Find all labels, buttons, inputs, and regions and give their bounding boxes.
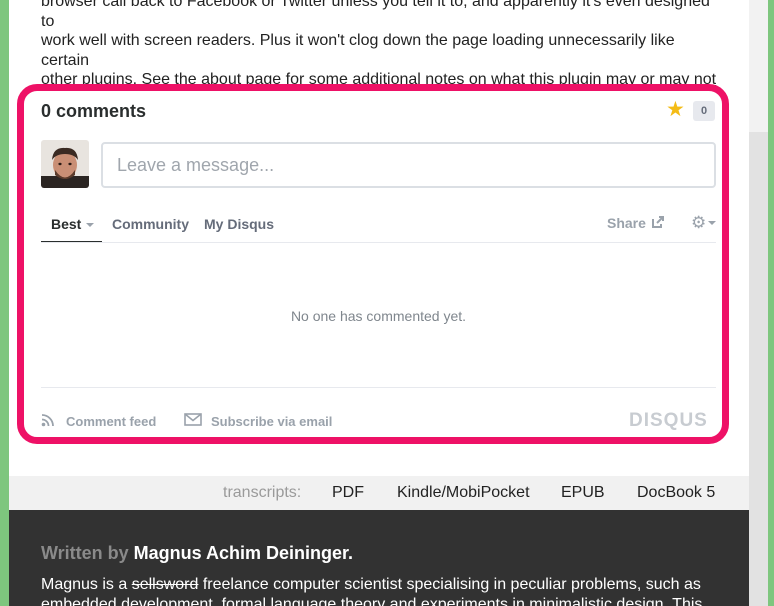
disqus-highlight-frame: [17, 84, 729, 444]
bio-prefix: Magnus is a: [41, 576, 132, 593]
share-button[interactable]: Share: [607, 215, 646, 231]
gear-chevron-down-icon[interactable]: [708, 221, 716, 225]
intro-line-2: work well with screen readers. Plus it w…: [41, 32, 675, 69]
avatar-image: [41, 140, 89, 188]
tab-my-disqus[interactable]: My Disqus: [204, 216, 274, 232]
disqus-logo[interactable]: DISQUS: [629, 410, 708, 432]
author-name[interactable]: Magnus Achim Deininger: [134, 543, 348, 563]
transcript-docbook-link[interactable]: DocBook 5: [637, 484, 715, 502]
written-by-label: Written by: [41, 543, 134, 563]
gear-icon[interactable]: ⚙: [691, 213, 706, 233]
bio-struck-word: sellsword: [131, 576, 199, 593]
tab-best-label: Best: [51, 216, 82, 232]
avatar[interactable]: [41, 140, 89, 188]
message-input[interactable]: [101, 142, 716, 188]
chevron-down-icon: [86, 223, 95, 228]
star-icon[interactable]: ★: [666, 99, 685, 121]
intro-line-1: browser call back to Facebook or Twitter…: [41, 0, 710, 30]
author-bio: Magnus is a sellsword freelance computer…: [41, 575, 721, 606]
rss-icon[interactable]: [41, 413, 55, 427]
subscribe-email-link[interactable]: Subscribe via email: [211, 414, 332, 429]
share-icon[interactable]: [651, 215, 665, 229]
comment-feed-link[interactable]: Comment feed: [66, 414, 156, 429]
page: browser call back to Facebook or Twitter…: [9, 0, 749, 606]
transcript-kindle-link[interactable]: Kindle/MobiPocket: [397, 484, 530, 502]
scrollbar-thumb[interactable]: [749, 0, 768, 132]
author-period: .: [348, 543, 354, 563]
window-border: [768, 0, 774, 606]
tabs-divider: [41, 242, 716, 243]
tab-best[interactable]: Best: [51, 216, 95, 232]
footer-divider: [41, 387, 716, 388]
bio-line-1-suffix: freelance computer scientist specialisin…: [198, 576, 701, 593]
transcript-epub-link[interactable]: EPUB: [561, 484, 605, 502]
tab-community[interactable]: Community: [112, 216, 189, 232]
star-count-badge: 0: [693, 101, 715, 121]
envelope-icon[interactable]: [184, 413, 202, 426]
comment-count: 0 comments: [41, 101, 147, 121]
bio-line-2: embedded development, formal language th…: [41, 595, 703, 606]
author-heading: Written by Magnus Achim Deininger.: [41, 543, 353, 564]
transcripts-label: transcripts:: [223, 484, 302, 501]
transcript-pdf-link[interactable]: PDF: [332, 484, 364, 502]
empty-state-text: No one has commented yet.: [290, 308, 467, 324]
